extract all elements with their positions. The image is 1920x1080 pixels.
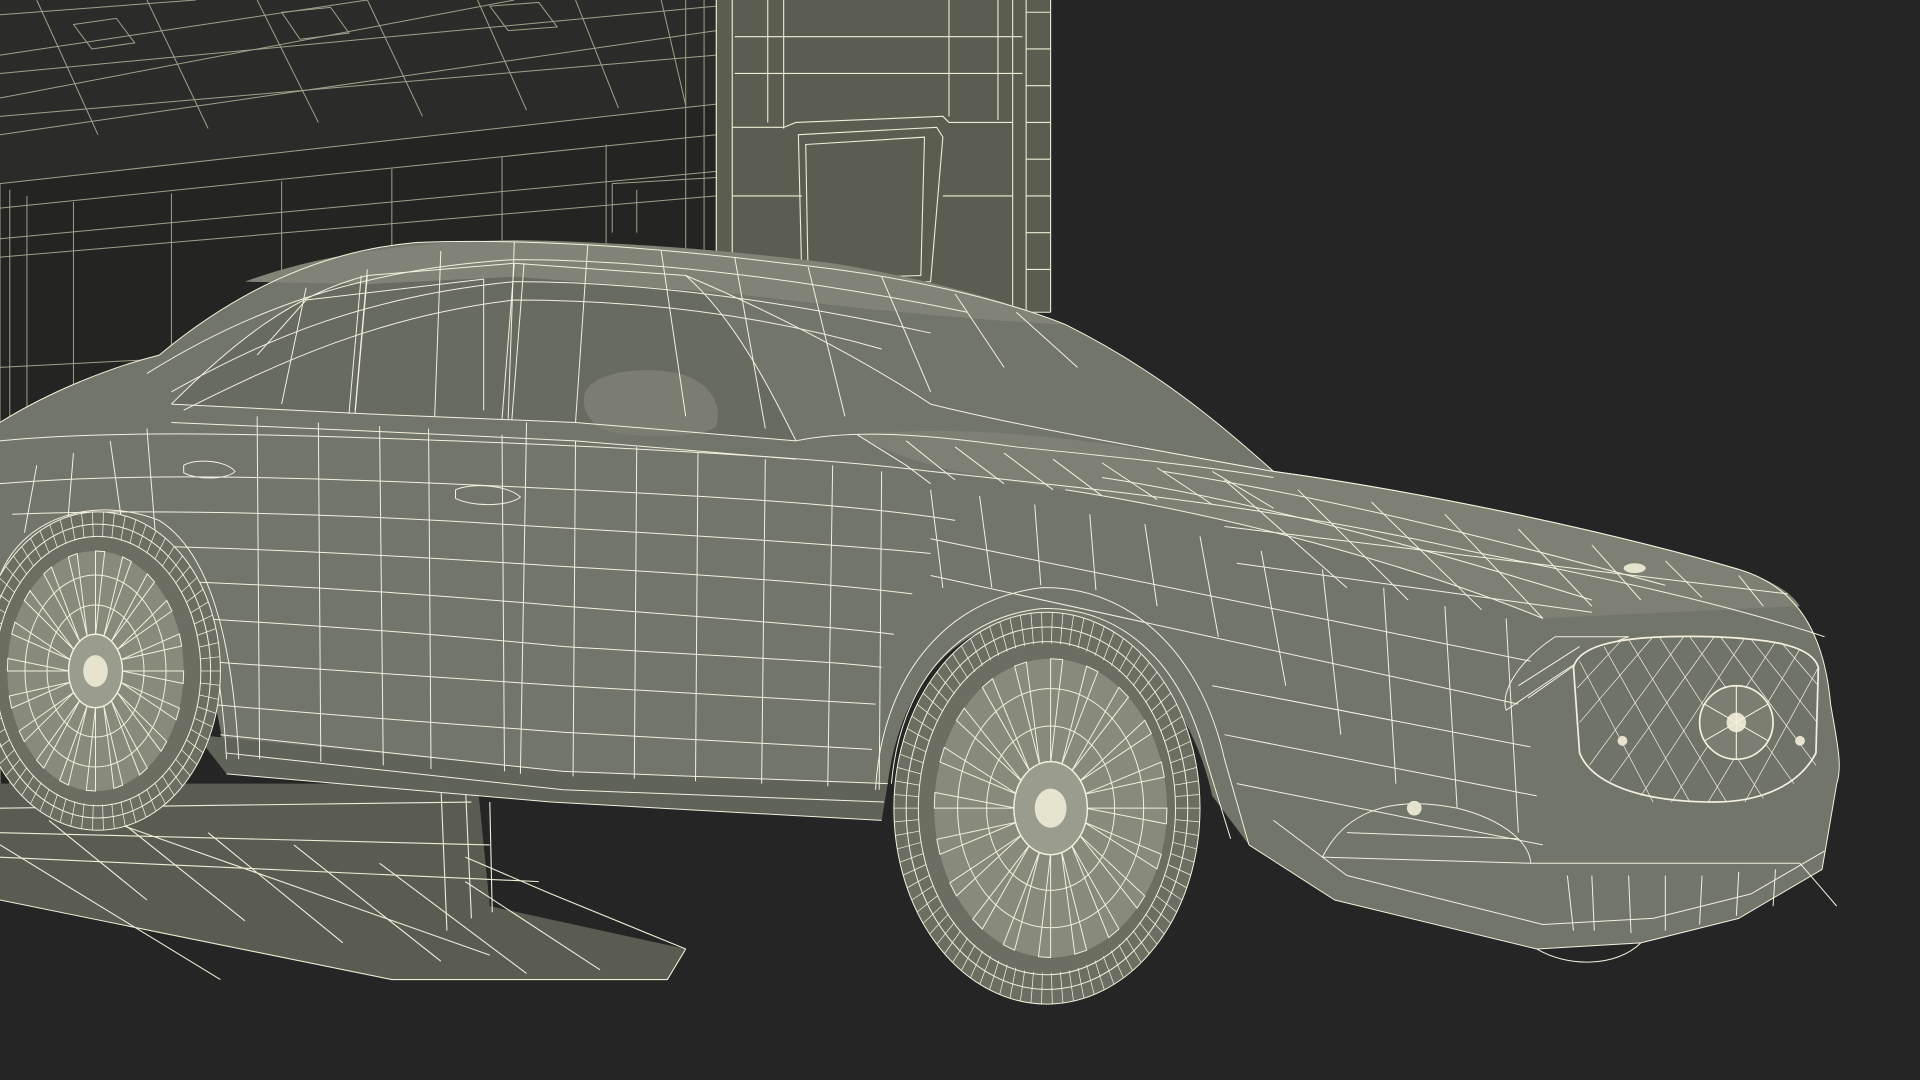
wireframe-scene xyxy=(0,0,1920,1080)
render-viewport xyxy=(0,0,1920,1080)
wheel-icon xyxy=(894,612,1200,1004)
